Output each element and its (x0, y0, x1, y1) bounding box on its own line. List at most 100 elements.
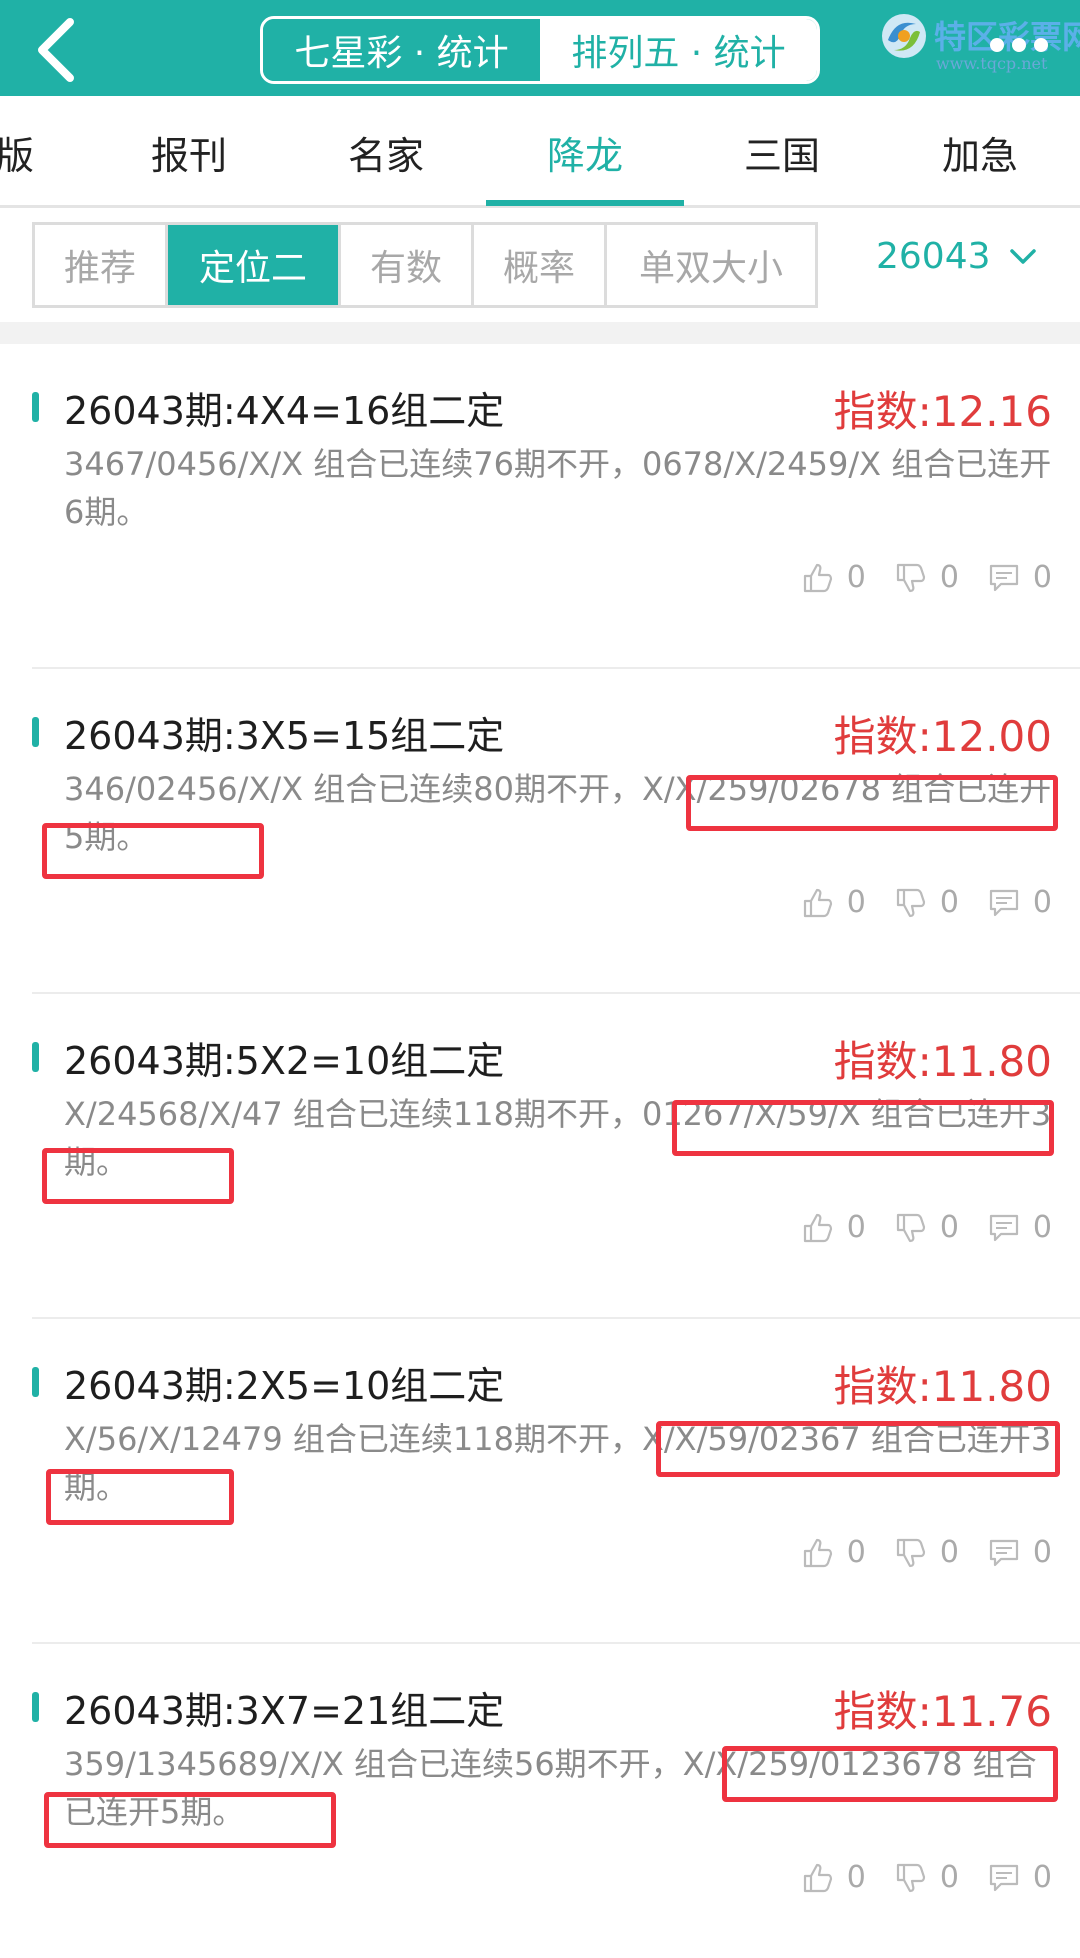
tab-jiaji[interactable]: 加急 (880, 96, 1080, 208)
thumbs-down-icon (896, 888, 925, 917)
record-card: 26043期:3X5=15组二定 指数:12.00 346/02456/X/X … (32, 669, 1080, 994)
like-button[interactable]: 0 (801, 1535, 866, 1570)
thumbs-down-icon (896, 1213, 925, 1242)
like-count: 0 (846, 1535, 866, 1570)
card-actions: 0 0 0 (773, 560, 1052, 595)
tab-xianglong[interactable]: 降龙 (485, 96, 685, 208)
sub-filter-bar: 推荐 定位二 有数 概率 单双大小 26043 (0, 208, 1080, 340)
card-accent-bar (32, 392, 39, 422)
card-title: 26043期:2X5=10组二定 (64, 1364, 505, 1408)
section-divider (0, 322, 1080, 344)
like-button[interactable]: 0 (801, 560, 866, 595)
issue-value: 26043 (876, 236, 991, 277)
card-actions: 0 0 0 (773, 1210, 1052, 1245)
highlight-box (42, 1148, 234, 1204)
thumbs-up-icon (803, 563, 832, 592)
thumbs-down-icon (896, 1538, 925, 1567)
highlight-box (46, 1469, 234, 1525)
comment-icon (989, 1214, 1019, 1241)
card-index: 指数:12.16 (833, 387, 1052, 436)
like-count: 0 (846, 560, 866, 595)
comment-button[interactable]: 0 (987, 1860, 1052, 1895)
tab-mingjia[interactable]: 名家 (286, 96, 486, 208)
record-card: 26043期:2X5=10组二定 指数:11.80 X/56/X/12479 组… (32, 1319, 1080, 1644)
dislike-button[interactable]: 0 (894, 1210, 959, 1245)
card-description: 3467/0456/X/X 组合已连续76期不开，0678/X/2459/X 组… (64, 445, 1052, 531)
like-count: 0 (846, 1210, 866, 1245)
card-title: 26043期:3X7=21组二定 (64, 1689, 505, 1733)
comment-button[interactable]: 0 (987, 885, 1052, 920)
dislike-button[interactable]: 0 (894, 560, 959, 595)
card-index: 指数:11.76 (833, 1687, 1052, 1736)
thumbs-up-icon (803, 1213, 832, 1242)
comment-icon (989, 1539, 1019, 1566)
like-button[interactable]: 0 (801, 1210, 866, 1245)
subtab-tuijian[interactable]: 推荐 (35, 225, 168, 305)
segment-qixingcai[interactable]: 七星彩 · 统计 (263, 19, 540, 81)
sub-tabs: 推荐 定位二 有数 概率 单双大小 (32, 222, 818, 308)
logo-swirl-icon (882, 14, 926, 58)
like-button[interactable]: 0 (801, 885, 866, 920)
comment-count: 0 (1032, 885, 1052, 920)
card-title: 26043期:4X4=16组二定 (64, 389, 505, 433)
issue-selector[interactable]: 26043 (876, 236, 1037, 277)
like-count: 0 (846, 885, 866, 920)
comment-count: 0 (1032, 560, 1052, 595)
like-button[interactable]: 0 (801, 1860, 866, 1895)
active-tab-underline (486, 200, 684, 206)
card-index: 指数:12.00 (833, 712, 1052, 761)
card-accent-bar (32, 1692, 39, 1722)
subtab-dingweier[interactable]: 定位二 (168, 225, 341, 305)
dislike-button[interactable]: 0 (894, 885, 959, 920)
card-title: 26043期:3X5=15组二定 (64, 714, 505, 758)
thumbs-down-icon (896, 563, 925, 592)
comment-button[interactable]: 0 (987, 1210, 1052, 1245)
logo-url: www.tqcp.net (936, 54, 1048, 73)
card-index: 指数:11.80 (833, 1362, 1052, 1411)
like-count: 0 (846, 1860, 866, 1895)
subtab-youshu[interactable]: 有数 (341, 225, 474, 305)
comment-icon (989, 1864, 1019, 1891)
chevron-down-icon (1009, 248, 1036, 264)
back-button[interactable] (28, 14, 88, 84)
record-card: 26043期:3X7=21组二定 指数:11.76 359/1345689/X/… (32, 1644, 1080, 1958)
card-title: 26043期:5X2=10组二定 (64, 1039, 505, 1083)
highlight-box (42, 823, 264, 879)
comment-count: 0 (1032, 1210, 1052, 1245)
dislike-button[interactable]: 0 (894, 1535, 959, 1570)
more-dots-icon[interactable] (990, 38, 1048, 52)
dislike-button[interactable]: 0 (894, 1860, 959, 1895)
record-card: 26043期:5X2=10组二定 指数:11.80 X/24568/X/47 组… (32, 994, 1080, 1319)
card-accent-bar (32, 1042, 39, 1072)
dislike-count: 0 (939, 560, 959, 595)
site-logo: 特区彩票网 www.tqcp.net (878, 8, 1080, 88)
tab-sanguo[interactable]: 三国 (682, 96, 882, 208)
card-actions: 0 0 0 (773, 885, 1052, 920)
tab-baokan[interactable]: 报刊 (89, 96, 289, 208)
dislike-count: 0 (939, 1535, 959, 1570)
highlight-box (722, 1746, 1058, 1802)
highlight-box (44, 1792, 336, 1848)
segment-pailiewu[interactable]: 排列五 · 统计 (540, 19, 817, 81)
card-accent-bar (32, 717, 39, 747)
card-accent-bar (32, 1367, 39, 1397)
comment-count: 0 (1032, 1535, 1052, 1570)
top-header: 七星彩 · 统计 排列五 · 统计 特区彩票网 www.tqcp.net (0, 0, 1080, 96)
thumbs-down-icon (896, 1863, 925, 1892)
comment-button[interactable]: 0 (987, 1535, 1052, 1570)
subtab-gailv[interactable]: 概率 (474, 225, 607, 305)
highlight-box (656, 1421, 1060, 1477)
card-actions: 0 0 0 (773, 1535, 1052, 1570)
comment-button[interactable]: 0 (987, 560, 1052, 595)
subtab-danshuangdaxiao[interactable]: 单双大小 (607, 225, 815, 305)
card-actions: 0 0 0 (773, 1860, 1052, 1895)
highlight-box (686, 775, 1058, 831)
dislike-count: 0 (939, 1860, 959, 1895)
comment-icon (989, 564, 1019, 591)
highlight-box (672, 1100, 1054, 1156)
thumbs-up-icon (803, 1863, 832, 1892)
card-index: 指数:11.80 (833, 1037, 1052, 1086)
dislike-count: 0 (939, 1210, 959, 1245)
comment-count: 0 (1032, 1860, 1052, 1895)
dislike-count: 0 (939, 885, 959, 920)
